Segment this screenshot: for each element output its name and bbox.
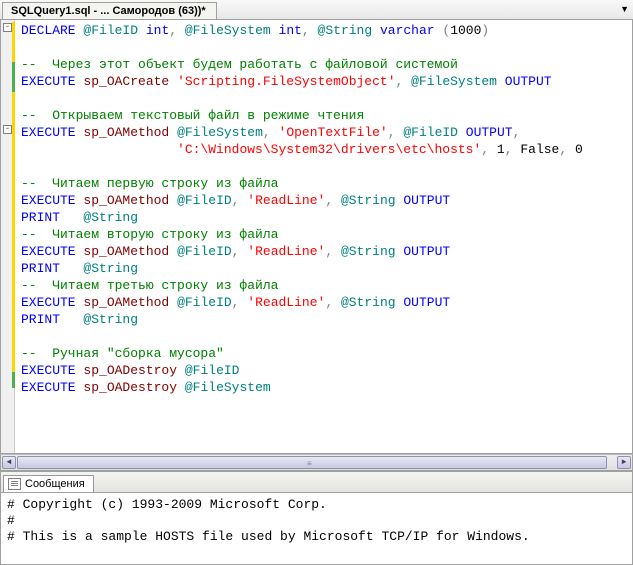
results-tab-bar: Сообщения [0, 471, 633, 493]
type: int [146, 23, 169, 38]
comment: -- Читаем вторую строку из файла [21, 227, 278, 242]
proc-name: sp_OAMethod [83, 125, 169, 140]
scroll-left-icon[interactable]: ◄ [2, 456, 16, 469]
string: 'C:\Windows\System32\drivers\etc\hosts' [177, 142, 481, 157]
keyword: EXECUTE [21, 125, 76, 140]
variable: @FileSystem [411, 74, 497, 89]
scrollbar-thumb[interactable]: ≡ [17, 456, 607, 469]
messages-icon [8, 478, 21, 490]
output-line: # This is a sample HOSTS file used by Mi… [7, 529, 626, 545]
keyword: EXECUTE [21, 74, 76, 89]
comment: -- Читаем третью строку из файла [21, 278, 278, 293]
comment: -- Открываем текстовый файл в режиме чте… [21, 108, 364, 123]
comment: -- Через этот объект будем работать с фа… [21, 57, 458, 72]
output-line: # [7, 513, 626, 529]
horizontal-scrollbar[interactable]: ◄ ≡ ► [0, 454, 633, 471]
type: varchar [380, 23, 435, 38]
file-tab-bar: SQLQuery1.sql - ... Самородов (63))* ▼ [0, 0, 633, 20]
output-line: # Copyright (c) 1993-2009 Microsoft Corp… [7, 497, 626, 513]
keyword: DECLARE [21, 23, 76, 38]
change-marker [12, 62, 15, 92]
variable: @FileID [83, 23, 138, 38]
variable: @FileSystem [185, 23, 271, 38]
change-marker [12, 372, 15, 388]
file-tab[interactable]: SQLQuery1.sql - ... Самородов (63))* [2, 2, 217, 19]
comment: -- Читаем первую строку из файла [21, 176, 278, 191]
change-marker [12, 92, 15, 388]
scroll-right-icon[interactable]: ► [617, 456, 631, 469]
proc-name: sp_OACreate [83, 74, 169, 89]
change-marker [12, 22, 15, 62]
fold-icon[interactable]: - [3, 125, 12, 134]
code-editor[interactable]: - - DECLARE @FileID int, @FileSystem int… [0, 20, 633, 454]
fold-icon[interactable]: - [3, 23, 12, 32]
type: int [279, 23, 302, 38]
messages-tab-label: Сообщения [25, 478, 85, 490]
file-tab-title: SQLQuery1.sql - ... Самородов (63))* [11, 5, 206, 17]
gutter: - - [1, 20, 15, 453]
messages-output[interactable]: # Copyright (c) 1993-2009 Microsoft Corp… [0, 493, 633, 565]
messages-tab[interactable]: Сообщения [3, 475, 94, 492]
string: 'Scripting.FileSystemObject' [177, 74, 395, 89]
tab-dropdown-icon[interactable]: ▼ [620, 4, 629, 14]
comment: -- Ручная "сборка мусора" [21, 346, 224, 361]
code-area[interactable]: DECLARE @FileID int, @FileSystem int, @S… [15, 20, 632, 453]
variable: @String [318, 23, 373, 38]
